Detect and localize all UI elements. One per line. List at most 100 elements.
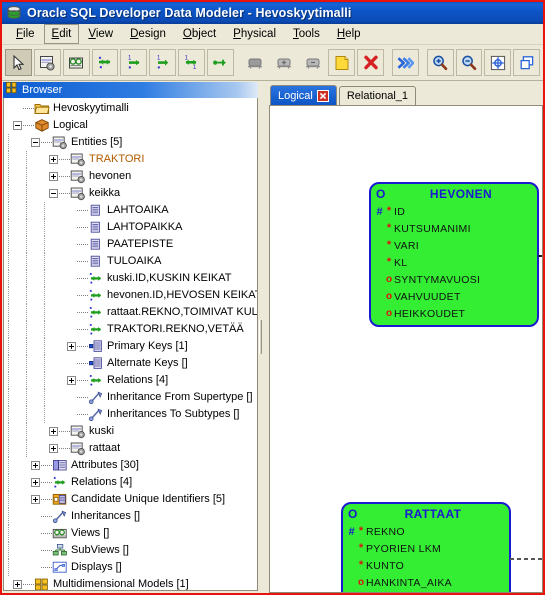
relation-one-to-many-identifying-icon[interactable]: 1 [149,49,177,76]
tree-node[interactable]: Relations [4] [4,474,257,491]
menu-tools[interactable]: Tools [285,24,328,44]
menu-design[interactable]: Design [122,24,174,44]
menu-view[interactable]: View [80,24,121,44]
entity-attribute-row[interactable]: * KUNTO [343,557,509,574]
fit-to-window-icon[interactable] [484,49,512,76]
tree-node[interactable]: keikka [4,185,257,202]
tree-indent [4,542,22,559]
new-entity-icon[interactable] [33,49,61,76]
tree-node[interactable]: PAATEPISTE [4,236,257,253]
expand-node-icon[interactable] [67,342,76,351]
tree-node[interactable]: Inheritances To Subtypes [] [4,406,257,423]
expand-node-icon[interactable] [31,478,40,487]
tree-node[interactable]: Attributes [30] [4,457,257,474]
tree-node[interactable]: Inheritance From Supertype [] [4,389,257,406]
diagram-canvas[interactable]: O HEVONEN # * ID * KUTSUMANIMI * VARI * KL o SYNTYMA… [269,105,543,593]
remove-subtype-icon[interactable] [299,49,327,76]
tree-node[interactable]: TRAKTORI.REKNO,VETÄÄ [4,321,257,338]
expand-node-icon[interactable] [49,444,58,453]
expand-node-icon[interactable] [49,155,58,164]
expand-node-icon[interactable] [31,461,40,470]
entity-attribute-row[interactable]: # * ID [371,203,537,220]
tree-node[interactable]: Primary Keys [1] [4,338,257,355]
optional-marker: o [385,274,393,285]
expand-node-icon[interactable] [67,376,76,385]
tree-node[interactable]: Hevoskyytimalli [4,100,257,117]
entity-attribute-row[interactable]: * VARI [371,237,537,254]
tree-node[interactable]: rattaat [4,440,257,457]
tree-node[interactable]: hevonen.ID,HEVOSEN KEIKAT [4,287,257,304]
delete-icon[interactable] [357,49,384,76]
relation-many-to-many-icon[interactable] [91,49,119,76]
tree-node[interactable]: Inheritances [] [4,508,257,525]
entity-attribute-row[interactable]: * KUTSUMANIMI [371,220,537,237]
tab-logical[interactable]: Logical [270,85,337,105]
tree-toggle-placeholder [67,274,76,283]
tree-node[interactable]: Alternate Keys [] [4,355,257,372]
actual-size-icon[interactable] [513,49,541,76]
splitter-grip[interactable] [259,320,262,354]
relation-one-to-many-icon[interactable]: 1 [120,49,148,76]
primary-key-marker: # [348,525,355,538]
zoom-in-icon[interactable] [426,49,454,76]
relationship-line[interactable] [538,255,542,257]
tree-node[interactable]: SubViews [] [4,542,257,559]
tree-node[interactable]: LAHTOPAIKKA [4,219,257,236]
arc-relation-icon[interactable] [206,49,234,76]
collapse-node-icon[interactable] [31,138,40,147]
expand-node-icon[interactable] [13,580,22,589]
tree-node[interactable]: Views [] [4,525,257,542]
forward-engineer-icon[interactable] [391,49,419,76]
tree-node[interactable]: Entities [5] [4,134,257,151]
tree-node[interactable]: TULOAIKA [4,253,257,270]
menu-help[interactable]: Help [329,24,369,44]
svg-text:1: 1 [157,55,161,61]
select-pointer-icon[interactable] [5,49,32,76]
menu-physical[interactable]: Physical [225,24,284,44]
tree-node[interactable]: Displays [] [4,559,257,576]
zoom-out-icon[interactable] [455,49,483,76]
relation-one-to-one-icon[interactable]: 1 1 [178,49,205,76]
tree-node-label: TRAKTORI.REKNO,VETÄÄ [107,323,244,335]
tree-node-label: rattaat.REKNO,TOIMIVAT KULK [107,306,257,318]
entity-attribute-row[interactable]: oSIJAINTI [343,591,509,592]
expand-node-icon[interactable] [49,427,58,436]
entity-attribute-row[interactable]: # * REKNO [343,523,509,540]
entity-attribute-row[interactable]: o SYNTYMAVUOSI [371,271,537,288]
entity-attribute-row[interactable]: o HEIKKOUDET [371,305,537,322]
menu-object[interactable]: Object [175,24,224,44]
attribute-icon [88,237,104,252]
tree-node[interactable]: kuski.ID,KUSKIN KEIKAT [4,270,257,287]
toolbar-separator-2 [385,49,391,76]
tree-node[interactable]: Candidate Unique Identifiers [5] [4,491,257,508]
close-icon[interactable] [316,89,329,102]
entity-attribute-row[interactable]: o VAHVUUDET [371,288,537,305]
tree-node[interactable]: Multidimensional Models [1] [4,576,257,590]
entity-box[interactable]: O RATTAAT # * REKNO * PYORIEN LKM * KUNTO o HANKIN… [341,502,511,592]
collapse-node-icon[interactable] [13,121,22,130]
tree-node[interactable]: kuski [4,423,257,440]
tree-node[interactable]: Relations [4] [4,372,257,389]
entity-attribute-row[interactable]: o HANKINTA_AIKA [343,574,509,591]
new-view-icon[interactable] [62,49,90,76]
menu-file[interactable]: File [8,24,43,44]
add-subtype-icon[interactable] [270,49,298,76]
tab-relational-1[interactable]: Relational_1 [338,86,417,105]
tree-indent [4,151,22,168]
entity-box[interactable]: O HEVONEN # * ID * KUTSUMANIMI * VARI * KL o SYNTYMA… [369,182,539,327]
tree-node[interactable]: TRAKTORI [4,151,257,168]
menu-edit[interactable]: Edit [43,24,80,44]
collapse-node-icon[interactable] [49,189,58,198]
expand-node-icon[interactable] [49,172,58,181]
relationship-line[interactable] [510,558,542,560]
tree-node[interactable]: hevonen [4,168,257,185]
note-icon[interactable] [328,49,356,76]
entity-attribute-row[interactable]: * PYORIEN LKM [343,540,509,557]
subtype-icon[interactable] [241,49,269,76]
entity-attribute-row[interactable]: * KL [371,254,537,271]
expand-node-icon[interactable] [31,495,40,504]
tree-node[interactable]: LAHTOAIKA [4,202,257,219]
browser-tree-container[interactable]: Hevoskyytimalli Logical Entities [5] TRAKTO… [3,98,258,591]
tree-node[interactable]: rattaat.REKNO,TOIMIVAT KULK [4,304,257,321]
tree-node[interactable]: Logical [4,117,257,134]
